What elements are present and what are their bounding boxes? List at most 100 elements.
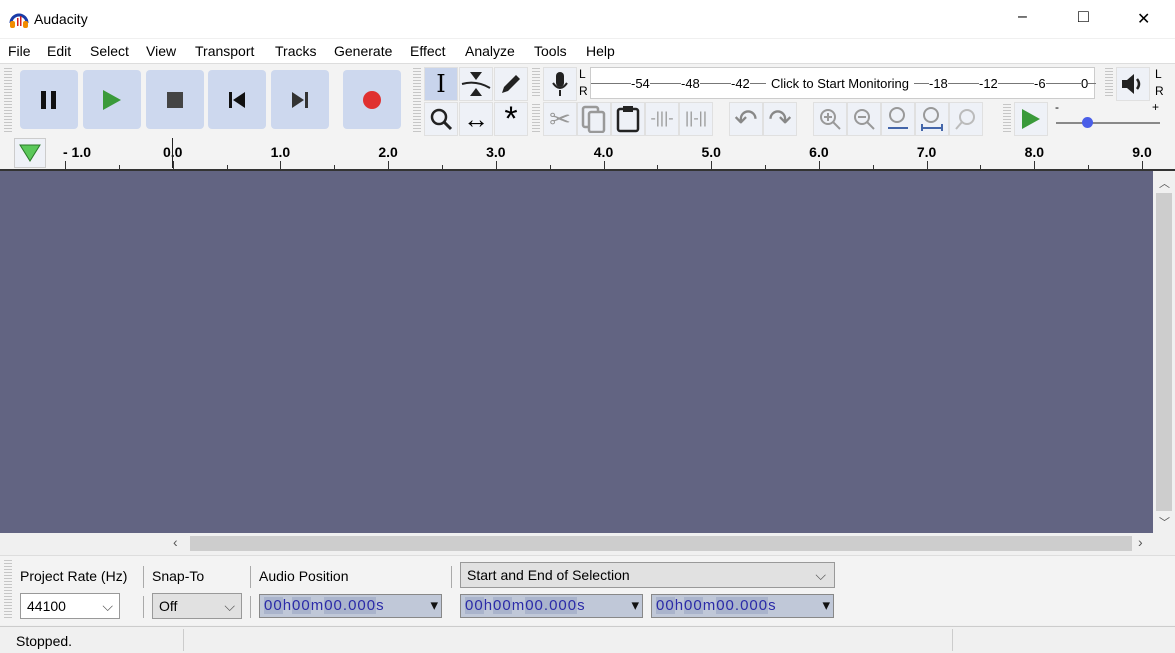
audio-position-time[interactable]: 00h00m00.000s ▾ — [259, 594, 442, 618]
zoom-tool[interactable] — [424, 102, 458, 136]
right-channel-label: R — [1155, 84, 1164, 98]
time-shift-tool[interactable]: ↔ — [459, 102, 493, 136]
zoom-in-icon — [820, 109, 841, 130]
start-monitoring-label[interactable]: Click to Start Monitoring — [766, 76, 914, 91]
menu-view[interactable]: View — [146, 43, 176, 59]
menu-analyze[interactable]: Analyze — [465, 43, 515, 59]
project-rate-select[interactable]: 44100 ⌵ — [20, 593, 120, 619]
envelope-tool[interactable] — [459, 67, 493, 101]
menu-bar: File Edit Select View Transport Tracks G… — [0, 39, 1175, 63]
pause-button[interactable] — [20, 70, 78, 129]
cut-button[interactable]: ✂ — [543, 102, 577, 136]
zoom-in-button[interactable] — [813, 102, 847, 136]
track-area[interactable] — [0, 171, 1153, 533]
skip-to-end-button[interactable] — [271, 70, 329, 129]
time-field: m — [702, 597, 717, 614]
toolbar-area: I ↔ * L R -54 -48 -42 Click to Start Mon… — [0, 63, 1175, 136]
ruler-minor-tick — [872, 165, 874, 169]
record-meter[interactable]: -54 -48 -42 Click to Start Monitoring -1… — [590, 67, 1096, 99]
menu-transport[interactable]: Transport — [195, 43, 254, 59]
selection-mode-select[interactable]: Start and End of Selection ⌵ — [460, 562, 835, 588]
menu-tracks[interactable]: Tracks — [275, 43, 316, 59]
time-field: s — [376, 597, 385, 614]
toolbar-grip[interactable] — [532, 104, 540, 134]
left-channel-label: L — [579, 67, 586, 81]
redo-icon: ↷ — [768, 103, 792, 135]
chevron-down-icon: ⌵ — [224, 598, 235, 614]
menu-select[interactable]: Select — [90, 43, 129, 59]
maximize-button[interactable]: □ — [1078, 6, 1089, 27]
ruler-tick-label: 5.0 — [701, 144, 721, 160]
selection-start-time[interactable]: 00h00m00.000s ▾ — [460, 594, 643, 618]
silence-button[interactable]: ||-|| — [679, 102, 713, 136]
scroll-up-icon[interactable]: ︿ — [1159, 175, 1170, 191]
play-head-button[interactable] — [14, 138, 46, 168]
left-channel-label: L — [1155, 67, 1162, 81]
trim-button[interactable]: -|||- — [645, 102, 679, 136]
ruler-minor-tick — [549, 165, 551, 169]
toolbar-grip[interactable] — [413, 68, 421, 132]
menu-generate[interactable]: Generate — [334, 43, 392, 59]
toolbar-grip[interactable] — [532, 68, 540, 98]
menu-edit[interactable]: Edit — [47, 43, 71, 59]
draw-tool[interactable] — [494, 67, 528, 101]
snap-to-select[interactable]: Off ⌵ — [152, 593, 242, 619]
divider — [451, 566, 452, 588]
playback-meter-button[interactable] — [1116, 67, 1150, 101]
horizontal-scrollbar[interactable]: ‹ › — [0, 533, 1175, 554]
skip-to-start-button[interactable] — [208, 70, 266, 129]
time-field: 00.000 — [525, 597, 578, 614]
undo-button[interactable]: ↶ — [729, 102, 763, 136]
selection-end-time[interactable]: 00h00m00.000s ▾ — [651, 594, 834, 618]
time-field: m — [511, 597, 526, 614]
paste-button[interactable] — [611, 102, 645, 136]
toolbar-grip[interactable] — [4, 68, 12, 132]
time-format-dropdown-icon[interactable]: ▾ — [430, 595, 439, 617]
scroll-down-icon[interactable]: ﹀ — [1159, 514, 1170, 530]
toolbar-grip[interactable] — [1105, 68, 1113, 98]
toolbar-grip[interactable] — [1003, 104, 1011, 134]
menu-tools[interactable]: Tools — [534, 43, 567, 59]
menu-effect[interactable]: Effect — [410, 43, 446, 59]
fit-selection-button[interactable] — [881, 102, 915, 136]
play-icon — [1022, 109, 1040, 129]
ruler-minor-tick — [1088, 165, 1090, 169]
selection-tool[interactable]: I — [424, 67, 458, 101]
time-format-dropdown-icon[interactable]: ▾ — [631, 595, 640, 617]
scroll-left-icon[interactable]: ‹ — [173, 534, 178, 550]
stop-button[interactable] — [146, 70, 204, 129]
multi-tool[interactable]: * — [494, 102, 528, 136]
toolbar-grip[interactable] — [4, 560, 12, 620]
title-bar: Audacity – □ ✕ — [0, 0, 1175, 38]
chevron-down-icon: ⌵ — [815, 567, 826, 583]
ruler-minor-tick — [118, 165, 120, 169]
scrollbar-thumb[interactable] — [190, 536, 1132, 551]
minimize-button[interactable]: – — [1018, 8, 1027, 26]
meter-tick: -48 — [681, 76, 700, 91]
scroll-right-icon[interactable]: › — [1138, 534, 1143, 550]
play-button[interactable] — [83, 70, 141, 129]
zoom-toggle-button[interactable] — [949, 102, 983, 136]
fit-project-button[interactable] — [915, 102, 949, 136]
scissors-icon: ✂ — [549, 103, 571, 134]
ruler-tick-label: - 1.0 — [62, 144, 92, 160]
record-meter-button[interactable] — [543, 67, 577, 101]
playback-cursor — [172, 138, 173, 168]
time-format-dropdown-icon[interactable]: ▾ — [822, 595, 831, 617]
timeline-ruler[interactable]: - 1.00.01.02.03.04.05.06.07.08.09.0 — [0, 136, 1175, 171]
close-button[interactable]: ✕ — [1137, 9, 1150, 29]
zoom-out-button[interactable] — [847, 102, 881, 136]
record-button[interactable] — [343, 70, 401, 129]
menu-file[interactable]: File — [8, 43, 31, 59]
play-at-speed-button[interactable] — [1014, 102, 1048, 136]
scrollbar-thumb[interactable] — [1156, 193, 1172, 511]
redo-button[interactable]: ↷ — [763, 102, 797, 136]
ruler-minor-tick — [765, 165, 766, 169]
vertical-scrollbar[interactable]: ︿ ﹀ — [1153, 171, 1175, 533]
copy-button[interactable] — [577, 102, 611, 136]
playback-speed-slider[interactable]: - + — [1052, 100, 1167, 136]
menu-help[interactable]: Help — [586, 43, 615, 59]
time-field: 00 — [292, 597, 311, 614]
slider-thumb[interactable] — [1082, 117, 1094, 128]
divider — [143, 596, 144, 618]
